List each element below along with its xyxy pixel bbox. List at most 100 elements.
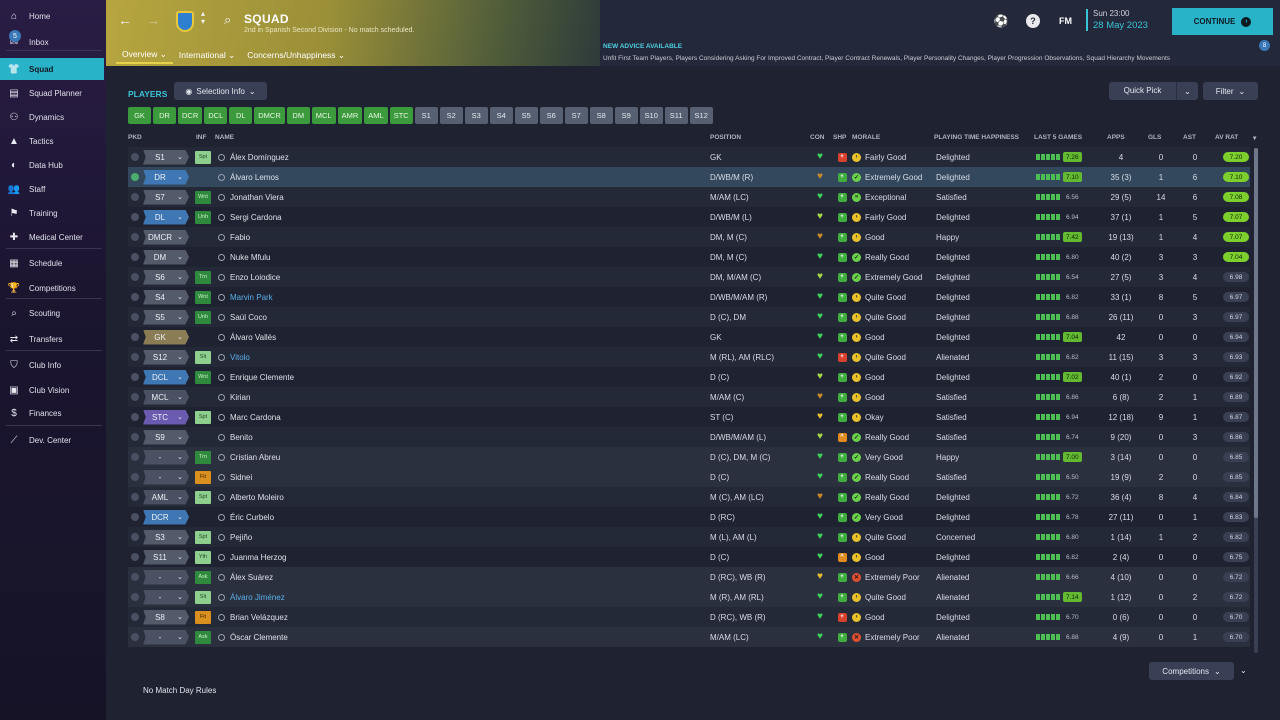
player-name-cell[interactable]: Óscar Clemente — [218, 627, 618, 647]
sub-chip-s4[interactable]: S4 — [489, 107, 513, 124]
row-select-dot[interactable] — [131, 627, 141, 647]
info-badge[interactable]: Ask — [195, 570, 211, 584]
sidebar-item-schedule[interactable]: ▦ Schedule — [0, 252, 104, 274]
position-chip-dcr[interactable]: DCR — [178, 107, 203, 124]
row-select-dot[interactable] — [131, 607, 141, 627]
player-name[interactable]: Alberto Moleiro — [230, 493, 284, 502]
player-name[interactable]: Éric Curbelo — [230, 513, 274, 522]
row-select-dot[interactable] — [131, 227, 141, 247]
player-name[interactable]: Marvin Park — [230, 293, 273, 302]
pkd-selector[interactable]: GK ⌄ — [143, 329, 189, 345]
row-select-dot[interactable] — [131, 507, 141, 527]
player-name[interactable]: Benito — [230, 433, 253, 442]
pkd-cell[interactable]: DCL ⌄ — [143, 367, 193, 387]
row-select-dot[interactable] — [131, 247, 141, 267]
sidebar-item-transfers[interactable]: ⇄ Transfers — [0, 328, 104, 350]
player-name[interactable]: Jonathan Viera — [230, 193, 284, 202]
player-name-cell[interactable]: Pejiño — [218, 527, 618, 547]
forward-arrow-icon[interactable]: → — [146, 12, 160, 28]
pkd-cell[interactable]: S7 ⌄ — [143, 187, 193, 207]
sub-chip-s3[interactable]: S3 — [464, 107, 488, 124]
row-select-dot[interactable] — [131, 187, 141, 207]
chevron-down-icon[interactable]: ⌄ — [1177, 87, 1198, 96]
position-chip-amr[interactable]: AMR — [337, 107, 363, 124]
col-av-rat[interactable]: AV RAT — [1215, 134, 1238, 141]
player-name-cell[interactable]: Enzo Loiodice — [218, 267, 618, 287]
info-badge[interactable]: Wnt — [195, 370, 211, 384]
player-name[interactable]: Cristian Abreu — [230, 453, 280, 462]
sidebar-item-staff[interactable]: 👥 Staff — [0, 178, 104, 200]
col-gls[interactable]: GLS — [1148, 134, 1161, 141]
pkd-selector[interactable]: DR ⌄ — [143, 169, 189, 185]
table-row[interactable]: AML ⌄ Spt Alberto Moleiro M (C), AM (LC) ♥ + ✓ R… — [128, 487, 1250, 507]
col-name[interactable]: NAME — [215, 134, 234, 141]
position-chip-dl[interactable]: DL — [229, 107, 253, 124]
player-name[interactable]: Álvaro Vallés — [230, 333, 276, 342]
info-badge[interactable]: Unh — [195, 210, 211, 224]
pkd-cell[interactable]: S5 ⌄ — [143, 307, 193, 327]
sub-chip-s6[interactable]: S6 — [539, 107, 563, 124]
row-select-dot[interactable] — [131, 267, 141, 287]
pkd-cell[interactable]: - ⌄ — [143, 587, 193, 607]
pkd-selector[interactable]: DM ⌄ — [143, 249, 189, 265]
pkd-cell[interactable]: - ⌄ — [143, 567, 193, 587]
player-name[interactable]: Álvaro Lemos — [230, 173, 279, 182]
col-position[interactable]: POSITION — [710, 134, 741, 141]
player-name-cell[interactable]: Álvaro Jiménez — [218, 587, 618, 607]
advice-title[interactable]: NEW ADVICE AVAILABLE — [603, 43, 682, 50]
col-playing-time-happiness[interactable]: PLAYING TIME HAPPINESS — [934, 134, 1019, 141]
col-con[interactable]: CON — [810, 134, 824, 141]
row-select-dot[interactable] — [131, 487, 141, 507]
table-row[interactable]: - ⌄ Ask Óscar Clemente M/AM (LC) ♥ + ✕ Extremely… — [128, 627, 1250, 647]
table-row[interactable]: DCR ⌄ Éric Curbelo D (RC) ♥ + ✓ Very Good Deligh… — [128, 507, 1250, 527]
pkd-selector[interactable]: - ⌄ — [143, 629, 189, 645]
player-name-cell[interactable]: Álvaro Vallés — [218, 327, 618, 347]
table-row[interactable]: S11 ⌄ Yth Juanma Herzog D (C) ♥ ^ › Good Delighte… — [128, 547, 1250, 567]
sidebar-item-medical-center[interactable]: ✚ Medical Center — [0, 226, 104, 248]
pkd-selector[interactable]: S11 ⌄ — [143, 549, 189, 565]
table-row[interactable]: DCL ⌄ Wnt Enrique Clemente D (C) ♥ + › Good Delig… — [128, 367, 1250, 387]
info-badge[interactable]: Slt — [195, 590, 211, 604]
player-name-cell[interactable]: Vitolo — [218, 347, 618, 367]
date-display[interactable]: Sun 23:00 28 May 2023 — [1086, 9, 1148, 31]
sub-chip-s8[interactable]: S8 — [589, 107, 613, 124]
back-arrow-icon[interactable]: ← — [118, 12, 132, 28]
row-select-dot[interactable] — [131, 207, 141, 227]
table-row[interactable]: S9 ⌄ Benito D/WB/M/AM (L) ♥ ^ ✓ Really Good Sati… — [128, 427, 1250, 447]
pkd-cell[interactable]: DCR ⌄ — [143, 507, 193, 527]
table-row[interactable]: DR ⌄ Álvaro Lemos D/WB/M (R) ♥ + ✓ Extremely Go… — [128, 167, 1250, 187]
fm-menu[interactable]: FM — [1059, 16, 1072, 26]
row-select-dot[interactable] — [131, 287, 141, 307]
col-shp[interactable]: SHP — [833, 134, 846, 141]
sub-chip-s10[interactable]: S10 — [639, 107, 663, 124]
table-row[interactable]: S1 ⌄ Spt Álex Domínguez GK ♥ + › Fairly Good Deli… — [128, 147, 1250, 167]
row-select-dot[interactable] — [131, 327, 141, 347]
row-select-dot[interactable] — [131, 587, 141, 607]
pkd-cell[interactable]: S3 ⌄ — [143, 527, 193, 547]
player-name-cell[interactable]: Éric Curbelo — [218, 507, 618, 527]
sidebar-item-dev-center[interactable]: ⟋ Dev. Center — [0, 429, 104, 451]
info-badge[interactable]: Spt — [195, 150, 211, 164]
help-icon[interactable]: ? — [1026, 14, 1040, 28]
pkd-selector[interactable]: S9 ⌄ — [143, 429, 189, 445]
table-row[interactable]: - ⌄ Slt Álvaro Jiménez M (R), AM (RL) ♥ + › Quit… — [128, 587, 1250, 607]
col-pkd[interactable]: PKD — [128, 134, 142, 141]
sub-chip-s5[interactable]: S5 — [514, 107, 538, 124]
player-name-cell[interactable]: Juanma Herzog — [218, 547, 618, 567]
player-name[interactable]: Sergi Cardona — [230, 213, 282, 222]
pkd-selector[interactable]: - ⌄ — [143, 569, 189, 585]
table-row[interactable]: S7 ⌄ Wnt Jonathan Viera M/AM (LC) ♥ + » Exceptio… — [128, 187, 1250, 207]
position-chip-dcl[interactable]: DCL — [204, 107, 228, 124]
table-row[interactable]: MCL ⌄ Kirian M/AM (C) ♥ + › Good Satisfied 6.86 6 … — [128, 387, 1250, 407]
table-row[interactable]: S12 ⌄ Slt Vitolo M (RL), AM (RLC) ♥ + › Quite Go… — [128, 347, 1250, 367]
pkd-cell[interactable]: S4 ⌄ — [143, 287, 193, 307]
pkd-selector[interactable]: S4 ⌄ — [143, 289, 189, 305]
pkd-cell[interactable]: - ⌄ — [143, 467, 193, 487]
pkd-selector[interactable]: S7 ⌄ — [143, 189, 189, 205]
sub-chip-s11[interactable]: S11 — [664, 107, 688, 124]
pkd-selector[interactable]: DCR ⌄ — [143, 509, 189, 525]
row-select-dot[interactable] — [131, 467, 141, 487]
sort-arrow-icon[interactable]: ▾ — [1253, 134, 1256, 142]
player-name[interactable]: Vitolo — [230, 353, 250, 362]
filter-button[interactable]: Filter ⌄ — [1203, 82, 1258, 100]
